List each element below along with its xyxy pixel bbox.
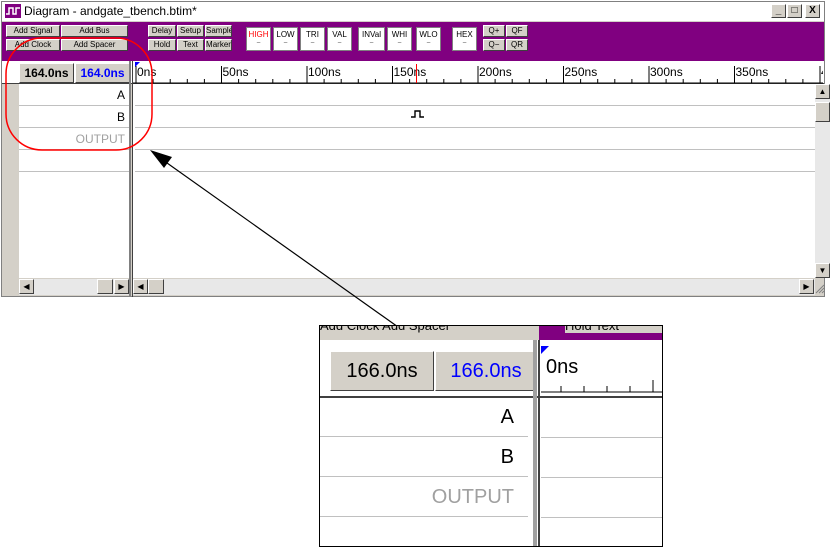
inset-ruler-ticks <box>541 380 662 393</box>
inset-signal-label-output: OUTPUT <box>320 478 528 517</box>
zoom-in-button[interactable]: Q+ <box>483 25 505 37</box>
state-button-label: VAL <box>332 30 347 39</box>
state-waveform-icon: ~ <box>426 40 431 47</box>
state-waveform-icon: ~ <box>337 40 342 47</box>
waveform-row-b[interactable] <box>135 107 815 128</box>
ruler-tick-label: 350ns <box>736 65 769 79</box>
state-button-whi[interactable]: WHI ~ <box>387 27 412 51</box>
state-button-label: INVal <box>362 30 381 39</box>
inset-waveform-row <box>541 478 662 518</box>
state-button-label: WLO <box>419 30 438 39</box>
inset-partial-buttons-2: Hold Text <box>565 326 662 333</box>
ruler-tick-label: 300ns <box>650 65 683 79</box>
inset-marker-time[interactable]: 166.0ns <box>435 351 537 391</box>
close-button[interactable]: X <box>805 4 820 18</box>
setup-button[interactable]: Setup <box>177 25 204 37</box>
wave-scroll-right-button[interactable]: ▶ <box>799 279 814 294</box>
state-button-label: WHI <box>391 30 408 39</box>
window-title: Diagram - andgate_tbench.btim* <box>24 4 197 18</box>
state-button-label: LOW <box>276 30 295 39</box>
callout-arrow <box>150 150 423 345</box>
inset-empty-slot <box>320 518 528 546</box>
state-button-low[interactable]: LOW ~ <box>273 27 298 51</box>
inset-waveform-row <box>541 398 662 438</box>
waveform-row-a[interactable] <box>135 85 815 106</box>
state-waveform-icon: ~ <box>256 40 261 47</box>
state-button-hex[interactable]: HEX ~ <box>452 27 477 51</box>
scroll-down-button[interactable]: ▼ <box>815 263 830 278</box>
state-waveform-icon: ~ <box>283 40 288 47</box>
label-scroll-left-button[interactable]: ◀ <box>19 279 34 294</box>
time-ruler[interactable]: 0ns50ns100ns150ns200ns250ns300ns350ns4 <box>133 62 823 84</box>
state-waveform-icon: ~ <box>397 40 402 47</box>
waveform-app-icon <box>5 4 21 18</box>
inset-signal-label-a: A <box>320 398 528 437</box>
state-button-wlo[interactable]: WLO ~ <box>416 27 441 51</box>
highlight-circle <box>5 37 153 151</box>
inset-waveform-row <box>541 438 662 478</box>
ruler-tick-label: 4 <box>821 65 823 79</box>
inset-signal-label-b: B <box>320 438 528 477</box>
ruler-tick-label: 50ns <box>223 65 249 79</box>
maximize-button[interactable]: □ <box>787 4 802 18</box>
cursor-line-marker[interactable] <box>416 64 417 83</box>
inset-cursor-time[interactable]: 166.0ns <box>330 351 434 391</box>
zoom-inset: Add Clock Add Spacer Hold Text 166.0ns 1… <box>319 325 663 547</box>
state-button-label: HIGH <box>248 30 269 39</box>
scroll-up-button[interactable]: ▲ <box>815 84 830 99</box>
state-button-val[interactable]: VAL ~ <box>327 27 352 51</box>
state-button-tri[interactable]: TRI ~ <box>300 27 325 51</box>
ruler-tick-label: 200ns <box>479 65 512 79</box>
marker-button[interactable]: Marker <box>205 39 232 51</box>
inset-pane-divider-edge <box>538 340 540 546</box>
vertical-scroll-thumb[interactable] <box>815 102 830 122</box>
state-waveform-icon: ~ <box>369 40 374 47</box>
state-button-high[interactable]: HIGH ~ <box>246 27 271 51</box>
inset-waveform-row <box>541 518 662 546</box>
inset-marker-flag-icon <box>541 346 549 354</box>
inset-tick-start: 0ns <box>546 356 579 378</box>
state-button-label: HEX <box>456 30 473 39</box>
inset-partial-buttons: Add Clock Add Spacer <box>320 325 451 333</box>
state-button-label: TRI <box>306 30 319 39</box>
inset-pane-divider <box>533 340 537 546</box>
state-button-inval[interactable]: INVal ~ <box>358 27 385 51</box>
ruler-tick-label: 150ns <box>394 65 427 79</box>
state-waveform-icon: ~ <box>462 40 467 47</box>
ruler-tick-label: 100ns <box>308 65 341 79</box>
label-scroll-right-button[interactable]: ▶ <box>114 279 129 294</box>
sample-button[interactable]: Sample <box>205 25 232 37</box>
minimize-button[interactable]: _ <box>771 4 786 18</box>
text-button[interactable]: Text <box>177 39 204 51</box>
ruler-tick-label: 250ns <box>565 65 598 79</box>
state-waveform-icon: ~ <box>310 40 315 47</box>
zoom-reset-button[interactable]: QR <box>506 39 528 51</box>
label-scroll-thumb[interactable] <box>97 279 113 294</box>
resize-grip-icon[interactable] <box>814 279 825 295</box>
zoom-full-button[interactable]: QF <box>506 25 528 37</box>
title-bar[interactable]: Diagram - andgate_tbench.btim* _ □ X <box>2 2 824 21</box>
zoom-out-button[interactable]: Q− <box>483 39 505 51</box>
